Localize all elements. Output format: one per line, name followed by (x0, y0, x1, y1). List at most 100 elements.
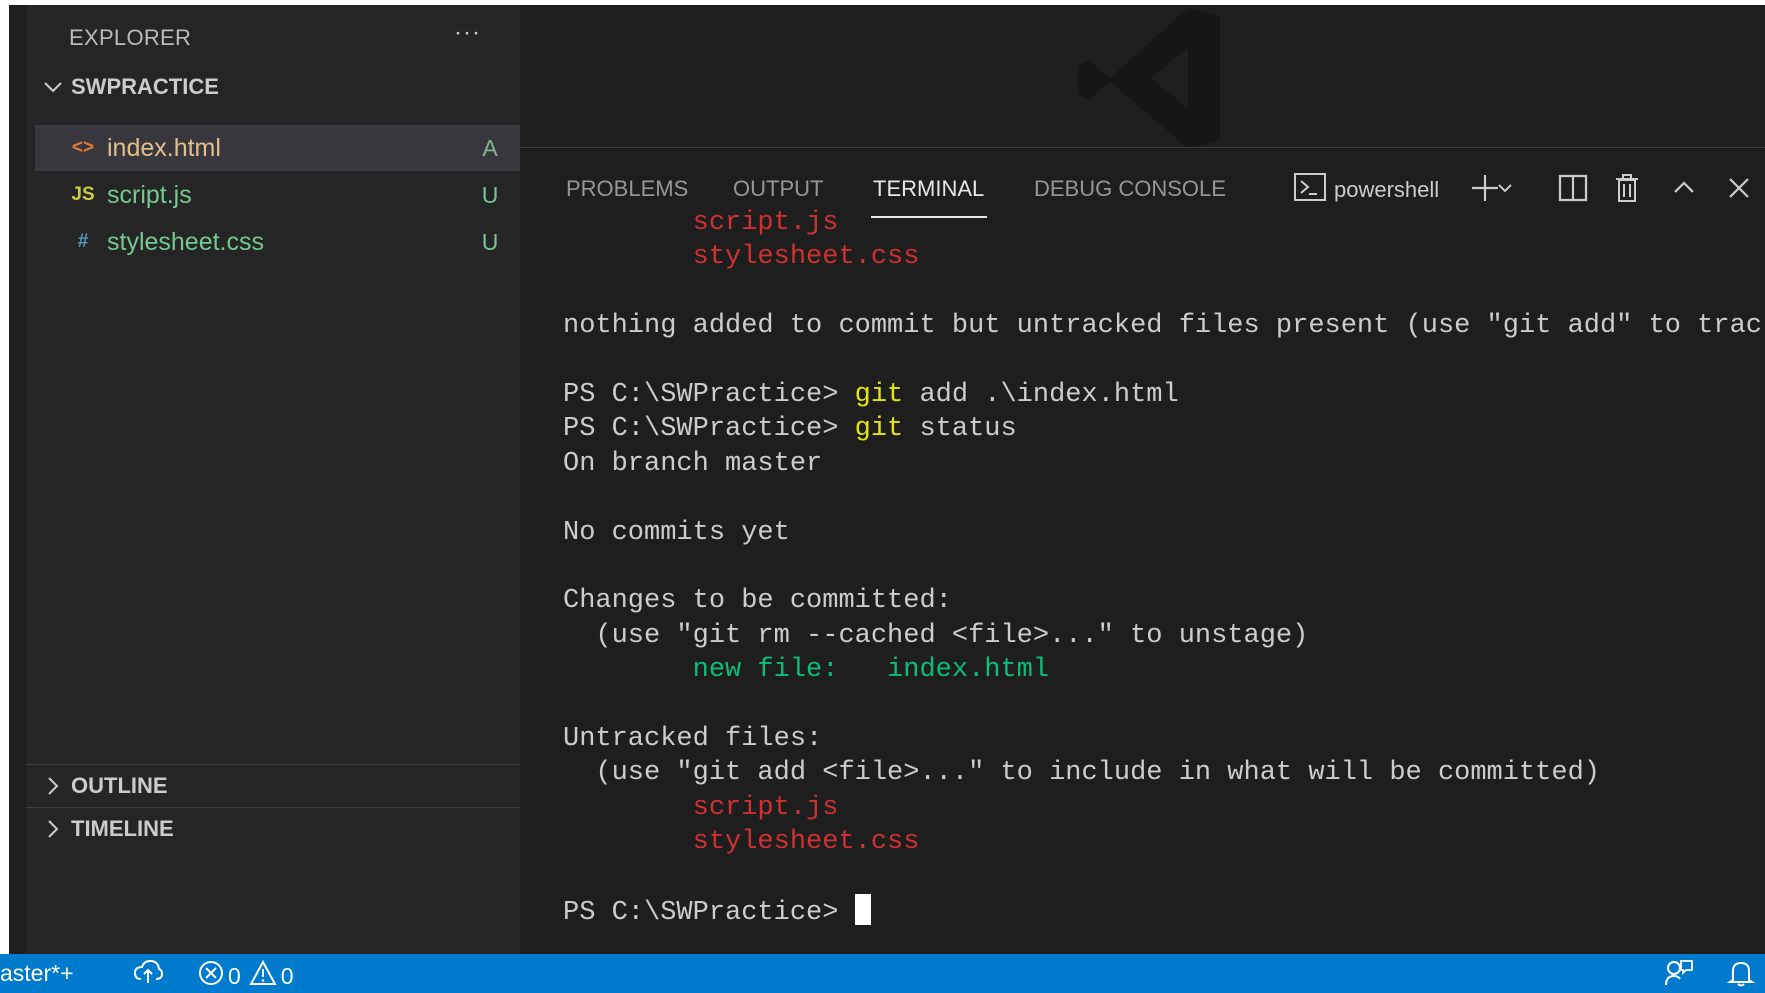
terminal-text: (use "git add <file>..." to include in w… (563, 758, 1600, 789)
chevron-right-icon (35, 819, 71, 839)
file-name: script.js (107, 180, 192, 209)
file-name: stylesheet.css (107, 227, 265, 256)
terminal-text: git (854, 414, 904, 445)
terminal-text: script.js (692, 208, 839, 238)
chevron-down-icon (35, 80, 71, 94)
tab-terminal[interactable]: TERMINAL (873, 176, 984, 202)
split-terminal-icon[interactable] (1555, 170, 1591, 206)
terminal-line: (use "git rm --cached <file>..." to unst… (563, 619, 1753, 653)
branch-indicator[interactable]: aster*+ (0, 960, 74, 987)
section-divider (26, 764, 520, 765)
bottom-panel: PROBLEMS OUTPUT TERMINAL DEBUG CONSOLE p… (520, 147, 1765, 955)
terminal-line: No commits yet (563, 516, 1753, 550)
terminal-line: script.js (563, 206, 1753, 240)
error-count: 0 (228, 962, 241, 989)
feedback-icon[interactable] (1664, 959, 1694, 987)
explorer-sidebar: EXPLORER ··· SWPRACTICE <> index.html A JS s… (9, 5, 520, 954)
more-actions-icon[interactable]: ··· (454, 19, 481, 47)
notifications-bell-icon[interactable] (1727, 959, 1755, 987)
terminal-text: new file: index.html (692, 655, 1050, 686)
window-left-edge (0, 0, 9, 993)
chevron-down-icon[interactable] (1493, 170, 1517, 206)
terminal-text: PS C:\SWPractice> (563, 379, 855, 410)
terminal-text: add .\index.html (903, 379, 1179, 410)
outline-label: OUTLINE (71, 773, 168, 798)
git-status-badge: A (482, 134, 498, 161)
terminal-line: Untracked files: (563, 722, 1753, 756)
tab-problems[interactable]: PROBLEMS (566, 176, 688, 202)
timeline-section-header[interactable]: TIMELINE (35, 809, 520, 849)
timeline-label: TIMELINE (71, 816, 174, 841)
problems-summary[interactable]: 0 0 (198, 959, 294, 992)
terminal-text: stylesheet.css (692, 242, 920, 273)
tab-debug-console[interactable]: DEBUG CONSOLE (1034, 176, 1226, 202)
terminal-text: stylesheet.css (692, 827, 920, 858)
maximize-panel-chevron-up-icon[interactable] (1666, 170, 1702, 206)
terminal-name: powershell (1334, 177, 1440, 202)
git-status-badge: U (481, 181, 499, 208)
terminal-cursor (854, 893, 871, 925)
error-icon (198, 960, 224, 992)
terminal-text: PS C:\SWPractice> (563, 414, 855, 445)
warning-count: 0 (280, 962, 294, 989)
terminal-line: new file: index.html (563, 653, 1753, 687)
terminal-line: nothing added to commit but untracked fi… (563, 309, 1765, 343)
terminal-icon (1293, 172, 1327, 208)
terminal-text: nothing added to commit but untracked fi… (563, 311, 1765, 342)
tab-output[interactable]: OUTPUT (733, 176, 823, 202)
branch-name: aster*+ (0, 960, 74, 986)
terminal-line: PS C:\SWPractice> git status (563, 412, 1753, 446)
terminal-line: script.js (563, 791, 1753, 825)
file-type-icon: <> (71, 137, 95, 158)
status-bar: aster*+ 0 0 (0, 954, 1765, 993)
close-panel-icon[interactable] (1721, 170, 1757, 206)
terminal-output[interactable]: script.js stylesheet.css nothing added to… (563, 206, 1765, 928)
terminal-text: No commits yet (563, 517, 790, 548)
chevron-right-icon (35, 776, 71, 796)
terminal-line: PS C:\SWPractice> (563, 893, 1753, 928)
terminal-text: Untracked files: (563, 723, 823, 754)
git-status-badge: U (481, 228, 499, 255)
file-item[interactable]: JS script.js U (35, 172, 520, 218)
sync-cloud-icon[interactable] (133, 959, 163, 985)
file-item[interactable]: <> index.html A (35, 125, 520, 171)
terminal-selector[interactable]: powershell (1293, 172, 1439, 208)
activity-bar-edge (9, 5, 26, 954)
explorer-title: EXPLORER (69, 25, 192, 50)
terminal-text: Changes to be committed: (563, 586, 952, 617)
terminal-line: On branch master (563, 447, 1753, 481)
file-item[interactable]: # stylesheet.css U (35, 219, 520, 265)
file-type-icon: # (77, 231, 89, 252)
section-divider (26, 807, 520, 808)
trash-icon[interactable] (1609, 170, 1645, 206)
terminal-text: script.js (692, 792, 839, 823)
terminal-line: (use "git add <file>..." to include in w… (563, 756, 1753, 790)
terminal-text: On branch master (563, 448, 823, 479)
terminal-text: status (903, 414, 1017, 445)
warning-icon (249, 959, 277, 992)
folder-name: SWPRACTICE (71, 74, 219, 99)
file-name: index.html (107, 133, 221, 162)
terminal-text: (use "git rm --cached <file>..." to unst… (563, 620, 1309, 651)
folder-header-swpractice[interactable]: SWPRACTICE (35, 67, 520, 107)
outline-section-header[interactable]: OUTLINE (35, 766, 520, 806)
vscode-logo-icon (1078, 8, 1220, 148)
terminal-text: PS C:\SWPractice> (563, 897, 855, 928)
terminal-line: Changes to be committed: (563, 584, 1753, 618)
editor-area (520, 5, 1765, 148)
file-type-icon: JS (71, 184, 95, 205)
terminal-line: stylesheet.css (563, 240, 1753, 274)
terminal-line: stylesheet.css (563, 825, 1753, 859)
terminal-line: PS C:\SWPractice> git add .\index.html (563, 378, 1753, 412)
